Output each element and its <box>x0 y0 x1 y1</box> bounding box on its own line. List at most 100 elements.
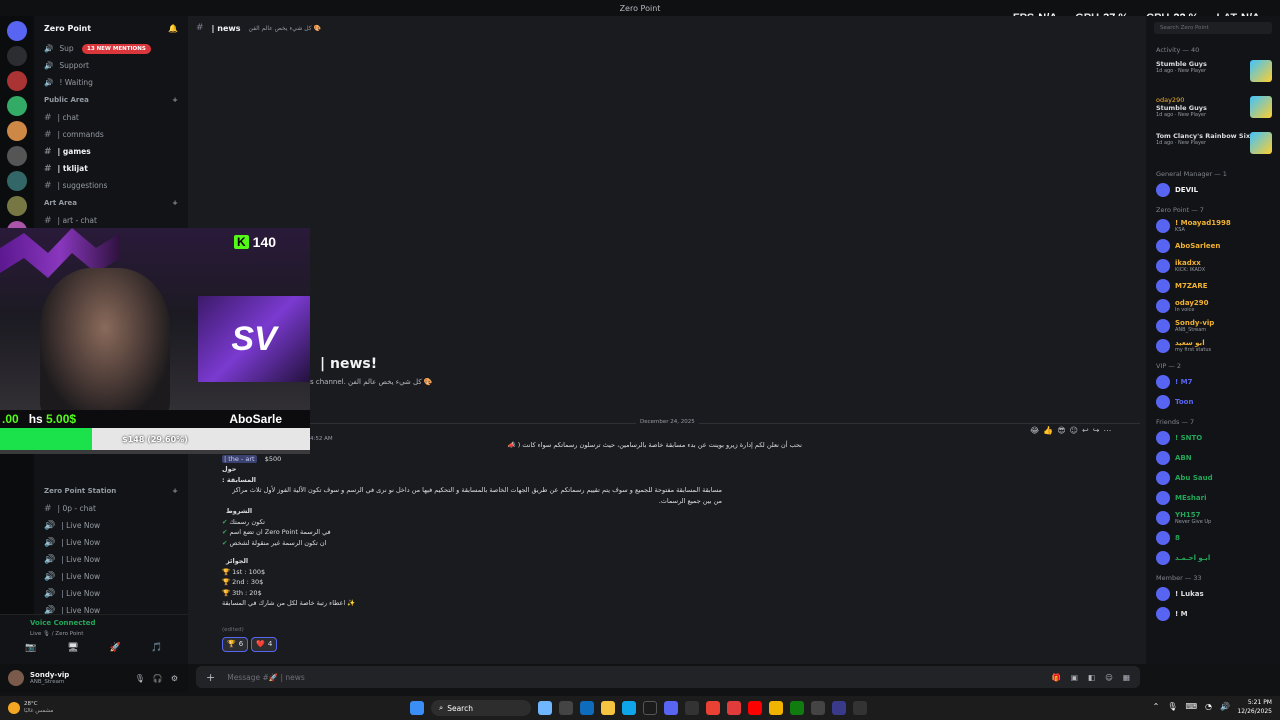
text-channel[interactable]: # | 0p - chat <box>34 500 188 517</box>
clock[interactable]: 5:21 PM 12/26/2025 <box>1237 698 1272 716</box>
member-item[interactable]: ! M7 <box>1146 372 1280 392</box>
voice-channel[interactable]: 🔊 Support <box>34 57 188 74</box>
text-channel[interactable]: # | art - chat <box>34 212 188 229</box>
thumbs-up-icon[interactable]: 👍 <box>1043 426 1053 435</box>
apps-icon[interactable]: ▦ <box>1123 673 1130 682</box>
reply-icon[interactable]: ↩ <box>1082 426 1089 435</box>
avatar[interactable] <box>8 670 24 686</box>
voice-channel[interactable]: 🔊 | Live Now <box>34 551 188 568</box>
message-composer[interactable]: + Message #🚀 | news 🎁 ▣ ◧ ☺ ▦ <box>196 666 1140 688</box>
category-public[interactable]: Public Area + <box>34 91 188 109</box>
member-item[interactable]: 8 <box>1146 528 1280 548</box>
member-search[interactable]: Search Zero Point <box>1154 22 1272 34</box>
member-item[interactable]: DEVIL <box>1146 180 1280 200</box>
headphones-icon[interactable]: 🎧 <box>153 674 163 683</box>
app-icon[interactable] <box>727 701 741 715</box>
emoji-icon[interactable]: 😎 <box>1057 426 1065 435</box>
youtube-icon[interactable] <box>748 701 762 715</box>
taskbar-search[interactable]: ⌕ Search <box>431 700 531 716</box>
member-item[interactable]: ABN <box>1146 448 1280 468</box>
category-station[interactable]: Zero Point Station + <box>34 482 188 500</box>
add-channel-icon[interactable]: + <box>172 487 178 495</box>
app-icon[interactable] <box>853 701 867 715</box>
weather-icon[interactable] <box>8 702 20 714</box>
text-channel[interactable]: # | chat <box>34 109 188 126</box>
reaction-button[interactable]: ❤️ 4 <box>251 637 278 652</box>
language-icon[interactable]: ⌨ <box>1186 702 1198 711</box>
member-item[interactable]: AboSarleen <box>1146 236 1280 256</box>
folder-icon[interactable] <box>601 701 615 715</box>
file-explorer-icon[interactable] <box>559 701 573 715</box>
member-item[interactable]: ! M <box>1146 604 1280 624</box>
server-icon[interactable] <box>7 71 27 91</box>
add-channel-icon[interactable]: + <box>172 199 178 207</box>
forward-icon[interactable]: ↪ <box>1093 426 1100 435</box>
channel-topic[interactable]: كل شيء يخص عالم الفن 🎨 <box>249 25 322 32</box>
member-item[interactable]: Sondy-vip ANB_Stream <box>1146 316 1280 336</box>
voice-channel[interactable]: 🔊 | Live Now <box>34 568 188 585</box>
member-item[interactable]: Abu Saud <box>1146 468 1280 488</box>
reaction-button[interactable]: 🏆 6 <box>222 637 249 652</box>
gif-icon[interactable]: ▣ <box>1071 673 1078 682</box>
server-icon[interactable] <box>7 21 27 41</box>
server-header[interactable]: Zero Point 🔔 <box>34 16 188 40</box>
server-icon[interactable] <box>7 171 27 191</box>
voice-channel[interactable]: 🔊 | Live Now <box>34 534 188 551</box>
app-icon[interactable] <box>580 701 594 715</box>
xbox-icon[interactable] <box>790 701 804 715</box>
screen-share-icon[interactable]: 🖥 <box>67 643 78 653</box>
server-icon[interactable] <box>7 121 27 141</box>
member-item[interactable]: oday290 In voice <box>1146 296 1280 316</box>
member-item[interactable]: Toon <box>1146 392 1280 412</box>
discord-icon[interactable] <box>664 701 678 715</box>
app-icon[interactable] <box>643 701 657 715</box>
text-channel[interactable]: # | games <box>34 143 188 160</box>
windows-start-icon[interactable] <box>410 701 424 715</box>
edge-icon[interactable] <box>622 701 636 715</box>
server-icon[interactable] <box>7 146 27 166</box>
member-item[interactable]: YH157 Never Give Up <box>1146 508 1280 528</box>
voice-channel[interactable]: 🔊 ! Waiting <box>34 74 188 91</box>
app-icon[interactable] <box>769 701 783 715</box>
app-icon[interactable] <box>811 701 825 715</box>
chrome-icon[interactable] <box>706 701 720 715</box>
wifi-icon[interactable]: ◔ <box>1205 702 1212 711</box>
app-icon[interactable] <box>832 701 846 715</box>
microphone-icon[interactable]: 🎙 <box>1167 702 1177 711</box>
task-view-icon[interactable] <box>538 701 552 715</box>
member-item[interactable]: M7ZARE <box>1146 276 1280 296</box>
gear-icon[interactable]: ⚙ <box>171 674 178 683</box>
member-item[interactable]: ! Lukas <box>1146 584 1280 604</box>
activity-item[interactable]: Stumble Guys 1d ago · New Player <box>1146 56 1280 92</box>
activities-icon[interactable]: 🚀 <box>109 643 120 653</box>
chevron-up-icon[interactable]: ⌃ <box>1153 702 1160 711</box>
voice-channel[interactable]: 🔊 | Live Now <box>34 517 188 534</box>
microphone-icon[interactable]: 🎙 <box>135 674 145 683</box>
add-channel-icon[interactable]: + <box>172 96 178 104</box>
member-item[interactable]: ! Moayad1998 KSA <box>1146 216 1280 236</box>
activity-item[interactable]: Tom Clancy's Rainbow Six ... 1d ago · New… <box>1146 128 1280 164</box>
text-channel[interactable]: # | tklijat <box>34 160 188 177</box>
voice-channel[interactable]: 🔊 | Live Now <box>34 585 188 602</box>
sticker-icon[interactable]: ◧ <box>1088 673 1095 682</box>
camera-icon[interactable]: 📷 <box>25 643 36 653</box>
member-item[interactable]: ابو سعيد my first status <box>1146 336 1280 356</box>
member-item[interactable]: ! SNTO <box>1146 428 1280 448</box>
member-item[interactable]: MEshari <box>1146 488 1280 508</box>
soundboard-icon[interactable]: 🎵 <box>151 643 162 653</box>
member-item[interactable]: ابـو احـمـد <box>1146 548 1280 568</box>
server-icon[interactable] <box>7 96 27 116</box>
message-input[interactable]: Message #🚀 | news <box>227 673 305 682</box>
emoji-icon[interactable]: ☺ <box>1105 673 1113 682</box>
text-channel[interactable]: # | commands <box>34 126 188 143</box>
volume-icon[interactable]: 🔊 <box>1220 702 1230 711</box>
bell-icon[interactable]: 🔔 <box>168 24 178 33</box>
add-attachment-icon[interactable]: + <box>206 671 215 684</box>
server-icon[interactable] <box>7 46 27 66</box>
category-art[interactable]: Art Area + <box>34 194 188 212</box>
app-icon[interactable] <box>685 701 699 715</box>
add-reaction-icon[interactable]: ☺ <box>1070 426 1078 435</box>
new-mentions-badge[interactable]: 13 NEW MENTIONS <box>82 44 151 54</box>
member-item[interactable]: ikadxx KICK: IKADX <box>1146 256 1280 276</box>
channel-mention[interactable]: | the - art <box>222 454 257 463</box>
